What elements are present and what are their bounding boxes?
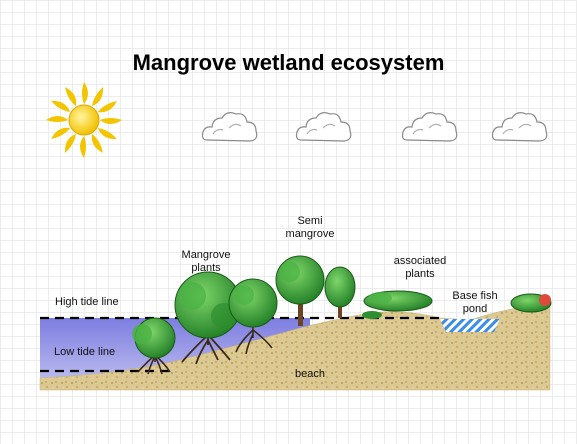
high-tide-label: High tide line xyxy=(55,296,119,308)
associated-plants-label: associated plants xyxy=(393,255,447,280)
cloud-icon xyxy=(201,112,258,142)
cloud-icon xyxy=(491,112,548,142)
fish-pond xyxy=(440,319,500,332)
page-title: Mangrove wetland ecosystem xyxy=(132,50,445,75)
mangrove-plants-label: Mangrove plants xyxy=(181,249,231,274)
fish-pond-label: Base fish pond xyxy=(452,290,498,315)
semi-mangrove-tree xyxy=(275,255,325,326)
cloud-icon xyxy=(295,112,352,142)
shrub xyxy=(510,293,552,313)
low-tide-label: Low tide line xyxy=(54,346,116,358)
semi-mangrove-tree xyxy=(324,266,356,318)
beach-label: beach xyxy=(295,368,325,380)
semi-mangrove-label: Semi mangrove xyxy=(285,215,335,240)
sun-icon xyxy=(46,82,122,158)
cloud-icon xyxy=(401,112,458,142)
